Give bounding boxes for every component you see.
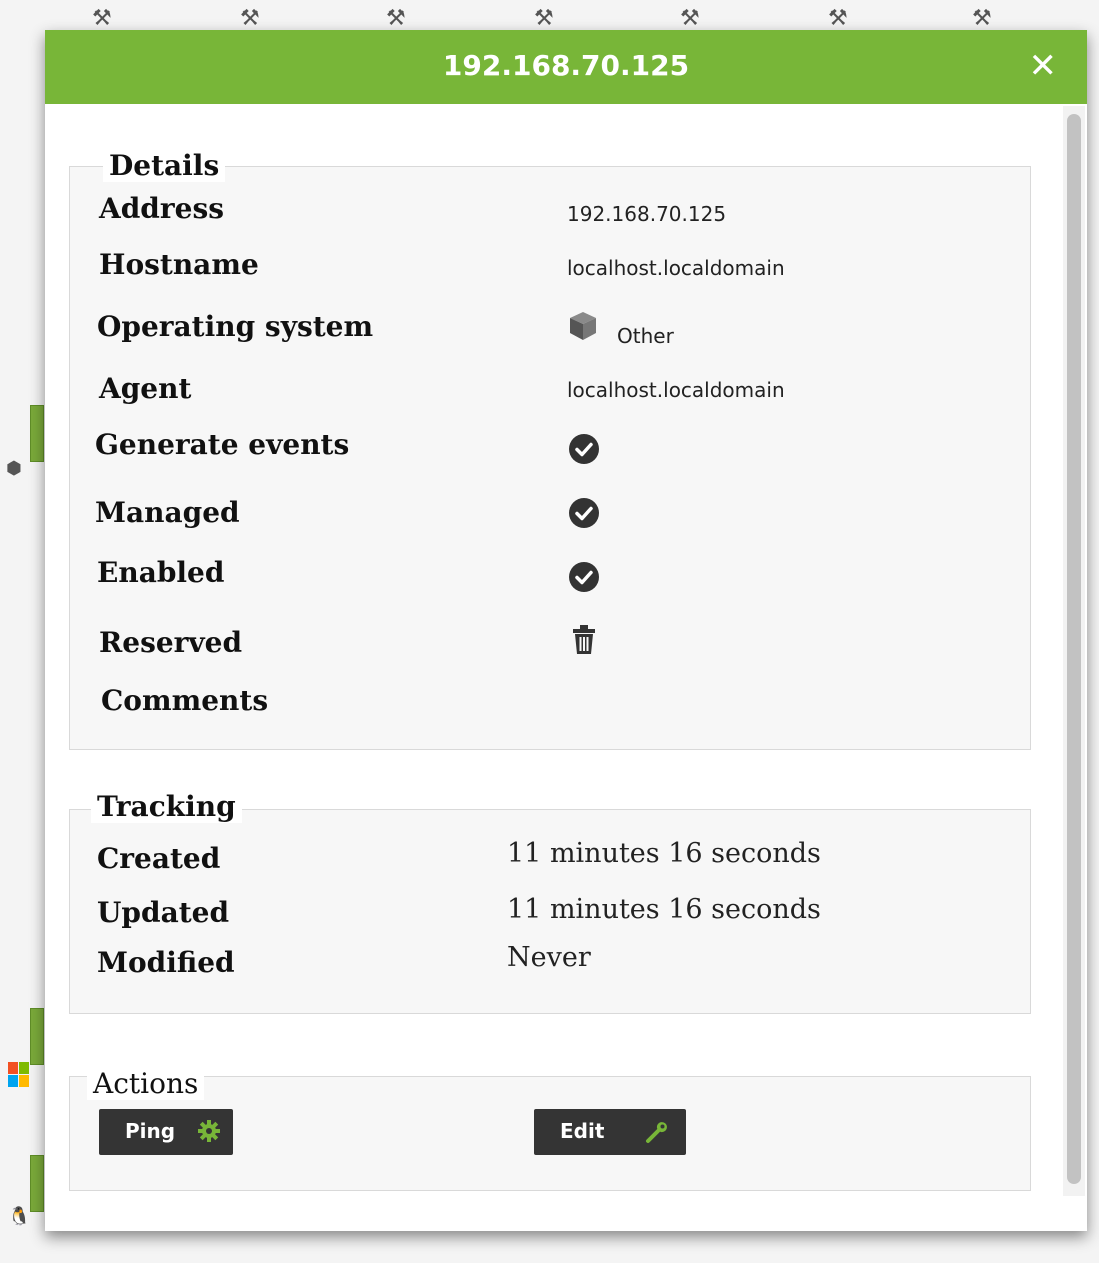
address-value: 192.168.70.125	[567, 202, 727, 226]
background-node	[30, 405, 44, 462]
trash-icon	[571, 624, 597, 660]
created-value: 11 minutes 16 seconds	[507, 838, 821, 869]
generate-events-label: Generate events	[95, 428, 350, 461]
ping-button-label: Ping	[125, 1119, 176, 1143]
agent-value: localhost.localdomain	[567, 378, 785, 402]
agent-label: Agent	[99, 372, 192, 405]
windows-logo-icon	[8, 1062, 30, 1088]
os-label: Operating system	[97, 310, 374, 343]
hostname-label: Hostname	[99, 248, 259, 281]
managed-label: Managed	[95, 496, 240, 529]
cube-icon: ⬢	[6, 458, 22, 479]
hostname-value: localhost.localdomain	[567, 256, 785, 280]
wrench-icon: ⚒	[386, 6, 406, 31]
comments-label: Comments	[101, 684, 269, 717]
background-node	[30, 1008, 44, 1065]
updated-label: Updated	[97, 896, 230, 929]
dialog-header: 192.168.70.125 ✕	[45, 30, 1087, 104]
check-circle-icon	[569, 562, 599, 592]
host-details-dialog: 192.168.70.125 ✕ Details Address 192.168…	[45, 30, 1087, 1231]
background-node	[30, 1155, 44, 1212]
wrench-icon: ⚒	[972, 6, 992, 31]
linux-icon: 🐧	[8, 1206, 31, 1227]
details-legend: Details	[103, 150, 226, 182]
close-icon[interactable]: ✕	[1029, 46, 1058, 86]
wrench-icon: ⚒	[240, 6, 260, 31]
wrench-icon: ⚒	[828, 6, 848, 31]
wrench-icon: ⚒	[92, 6, 112, 31]
wrench-icon	[644, 1119, 670, 1150]
edit-button-label: Edit	[560, 1119, 605, 1143]
created-label: Created	[97, 842, 221, 875]
dialog-body: Details Address 192.168.70.125 Hostname …	[45, 104, 1087, 1231]
enabled-label: Enabled	[97, 556, 225, 589]
actions-legend: Actions	[87, 1068, 205, 1100]
check-circle-icon	[569, 434, 599, 464]
modified-label: Modified	[97, 946, 235, 979]
os-value: Other	[617, 324, 674, 348]
address-label: Address	[99, 192, 224, 225]
gear-icon	[197, 1119, 221, 1148]
ping-button[interactable]: Ping	[99, 1109, 233, 1155]
updated-value: 11 minutes 16 seconds	[507, 894, 821, 925]
edit-button[interactable]: Edit	[534, 1109, 686, 1155]
dialog-title: 192.168.70.125	[442, 49, 690, 82]
scrollbar[interactable]	[1063, 106, 1085, 1196]
modified-value: Never	[507, 942, 591, 973]
wrench-icon: ⚒	[680, 6, 700, 31]
check-circle-icon	[569, 498, 599, 528]
scrollbar-thumb[interactable]	[1067, 114, 1081, 1184]
reserved-label: Reserved	[99, 626, 243, 659]
cube-icon	[567, 310, 599, 346]
tracking-legend: Tracking	[91, 791, 242, 823]
wrench-icon: ⚒	[534, 6, 554, 31]
